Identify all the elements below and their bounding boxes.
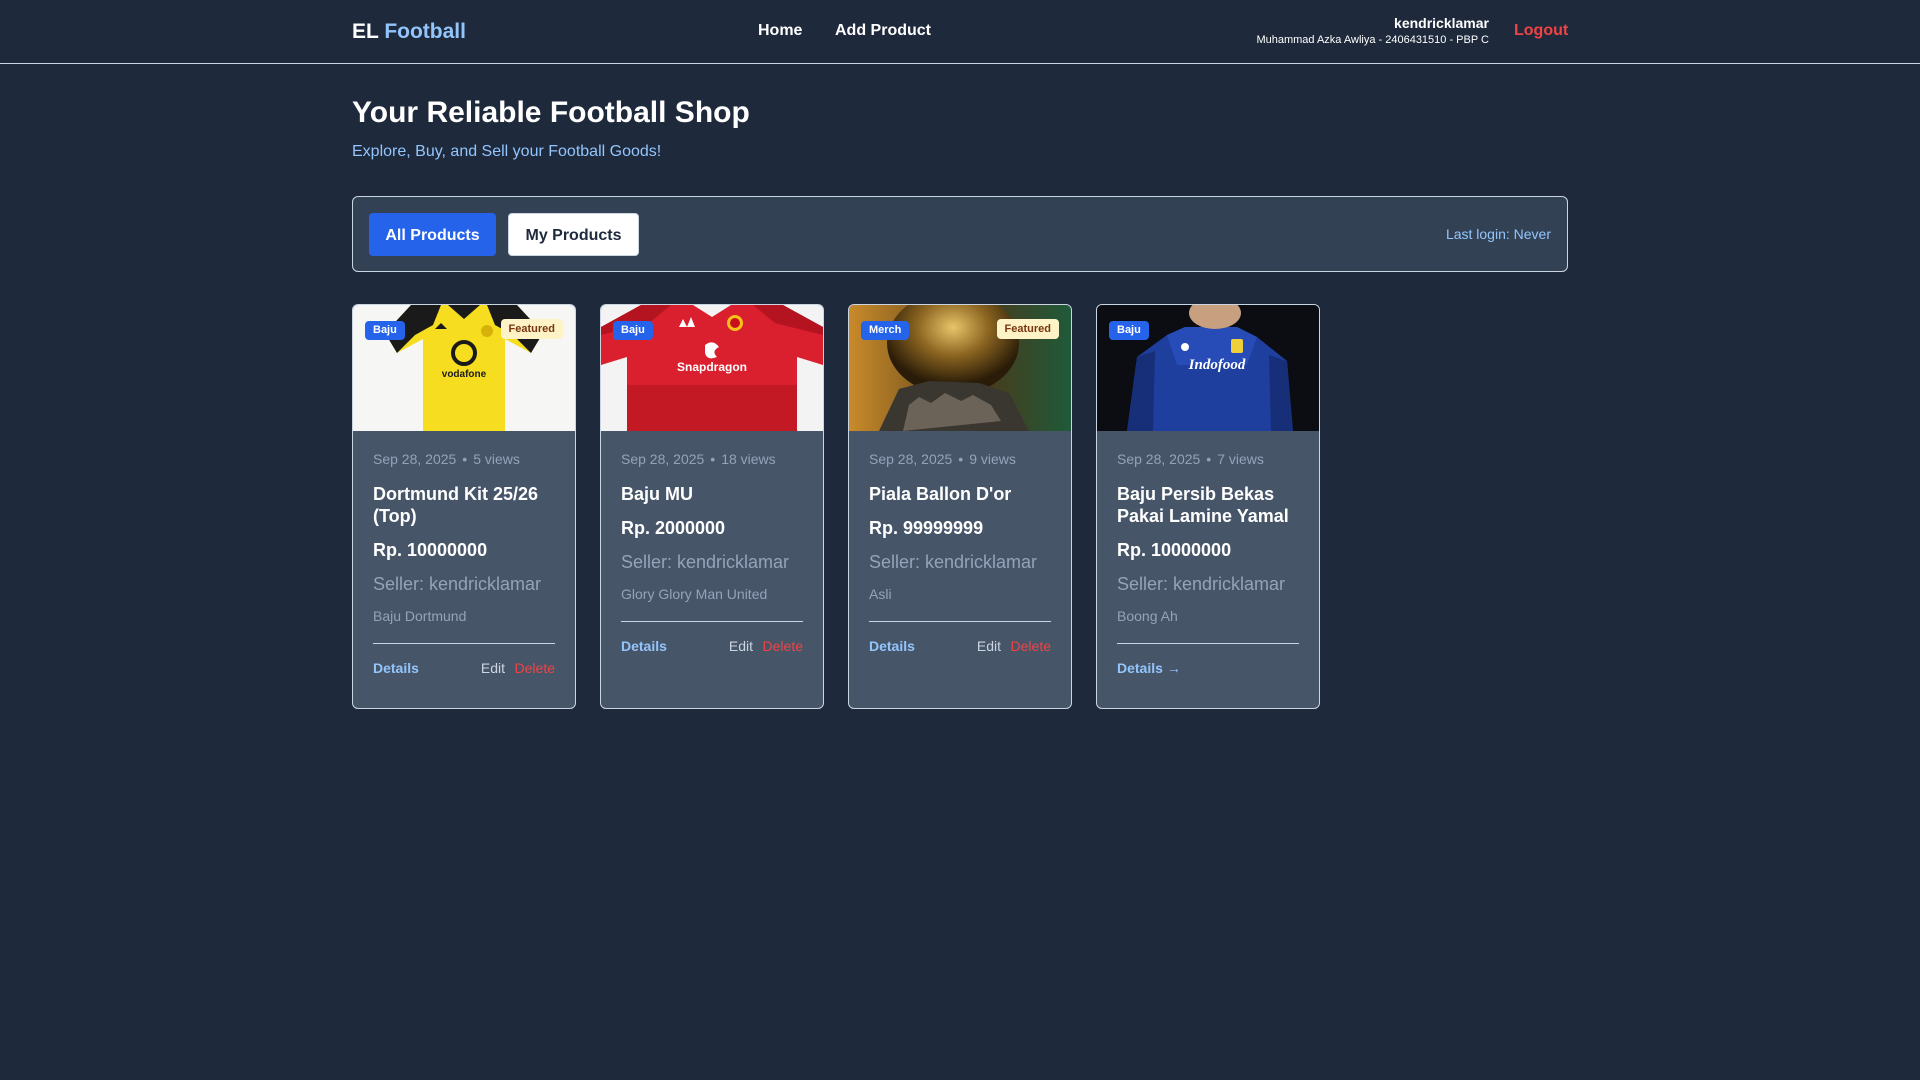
sponsor-text: Snapdragon (677, 360, 747, 374)
product-card: Indofood Baju Sep 28, 2025 • 7 views Baju … (1096, 304, 1320, 709)
page-title: Your Reliable Football Shop (352, 96, 750, 129)
category-badge: Baju (613, 321, 653, 340)
edit-link[interactable]: Edit (977, 638, 1001, 654)
product-seller: Seller: kendricklamar (373, 574, 542, 594)
details-link[interactable]: Details (373, 660, 419, 676)
product-description: Baju Dortmund (373, 608, 467, 624)
sponsor-text: vodafone (442, 369, 487, 380)
card-actions: Details Edit Delete (621, 636, 803, 660)
page-subtitle: Explore, Buy, and Sell your Football Goo… (352, 143, 662, 160)
product-card: vodafone Baju Featured Sep 28, 2025 • 5 vi… (352, 304, 576, 709)
arrow-right-icon: → (1166, 660, 1181, 676)
featured-badge: Featured (996, 319, 1059, 339)
divider (621, 621, 803, 622)
product-seller: Seller: kendricklamar (869, 552, 1038, 572)
details-link[interactable]: Details → (1117, 660, 1181, 676)
dot-separator: • (462, 451, 468, 467)
my-products-button[interactable]: My Products (508, 213, 639, 256)
product-meta: Sep 28, 2025 • 18 views (621, 451, 803, 471)
product-meta: Sep 28, 2025 • 7 views (1117, 451, 1299, 471)
product-image: vodafone Baju Featured (353, 305, 575, 431)
product-date: Sep 28, 2025 (869, 451, 953, 467)
product-price: Rp. 10000000 (1117, 540, 1232, 560)
card-actions: Details Edit Delete (373, 658, 555, 682)
last-login-text: Last login: Never (1445, 226, 1551, 242)
product-views: 5 views (473, 451, 520, 467)
product-image: Indofood Baju (1097, 305, 1319, 431)
product-views: 18 views (721, 451, 776, 467)
category-badge: Merch (861, 321, 910, 340)
delete-link[interactable]: Delete (515, 660, 555, 676)
product-date: Sep 28, 2025 (1117, 451, 1201, 467)
product-seller: Seller: kendricklamar (1117, 574, 1286, 594)
filter-bar: All Products My Products Last login: Nev… (352, 196, 1568, 272)
product-seller: Seller: kendricklamar (621, 552, 790, 572)
username: kendricklamar (1394, 15, 1489, 31)
divider (1117, 643, 1299, 644)
brand-logo[interactable]: EL Football (352, 20, 466, 44)
product-price: Rp. 2000000 (621, 518, 726, 538)
dot-separator: • (1206, 451, 1212, 467)
product-card: Snapdragon Baju Sep 28, 2025 • 18 views Ba… (600, 304, 824, 709)
product-price: Rp. 99999999 (869, 518, 984, 538)
card-actions: Details Edit Delete (869, 636, 1051, 660)
divider (373, 643, 555, 644)
product-date: Sep 28, 2025 (621, 451, 705, 467)
all-products-button[interactable]: All Products (369, 213, 496, 256)
category-badge: Baju (365, 321, 405, 340)
divider (869, 621, 1051, 622)
dot-separator: • (710, 451, 716, 467)
product-meta: Sep 28, 2025 • 9 views (869, 451, 1051, 471)
dot-separator: • (958, 451, 964, 467)
product-views: 9 views (969, 451, 1016, 467)
product-views: 7 views (1217, 451, 1264, 467)
category-badge: Baju (1109, 321, 1149, 340)
product-description: Asli (869, 586, 892, 602)
product-image: Snapdragon Baju (601, 305, 823, 431)
delete-link[interactable]: Delete (1011, 638, 1051, 654)
nav-add-product-link[interactable]: Add Product (835, 22, 931, 40)
product-name: Piala Ballon D'or (869, 484, 1012, 504)
brand-prefix: EL (352, 20, 379, 43)
user-info-block: kendricklamar Muhammad Azka Awliya - 240… (1256, 15, 1489, 46)
user-student-info: Muhammad Azka Awliya - 2406431510 - PBP … (1256, 34, 1489, 46)
product-card: Merch Featured Sep 28, 2025 • 9 views Pial… (848, 304, 1072, 709)
product-name: Baju MU (621, 484, 693, 504)
card-actions: Details → (1117, 658, 1299, 682)
edit-link[interactable]: Edit (481, 660, 505, 676)
product-name: Dortmund Kit 25/26 (Top) (373, 484, 539, 526)
product-meta: Sep 28, 2025 • 5 views (373, 451, 555, 471)
nav-home-link[interactable]: Home (758, 22, 802, 40)
featured-badge: Featured (500, 319, 563, 339)
logout-button[interactable]: Logout (1514, 22, 1568, 40)
sponsor-text: Indofood (1188, 357, 1246, 373)
details-link[interactable]: Details (869, 638, 915, 654)
edit-link[interactable]: Edit (729, 638, 753, 654)
details-link[interactable]: Details (621, 638, 667, 654)
details-link-label: Details (1117, 660, 1163, 676)
brand-accent: Football (384, 20, 466, 43)
delete-link[interactable]: Delete (763, 638, 803, 654)
product-name: Baju Persib Bekas Pakai Lamine Yamal (1117, 484, 1289, 526)
navbar: EL Football Home Add Product kendricklam… (0, 0, 1920, 64)
product-description: Boong Ah (1117, 608, 1178, 624)
product-description: Glory Glory Man United (621, 586, 768, 602)
product-price: Rp. 10000000 (373, 540, 488, 560)
product-image: Merch Featured (849, 305, 1071, 431)
product-date: Sep 28, 2025 (373, 451, 457, 467)
